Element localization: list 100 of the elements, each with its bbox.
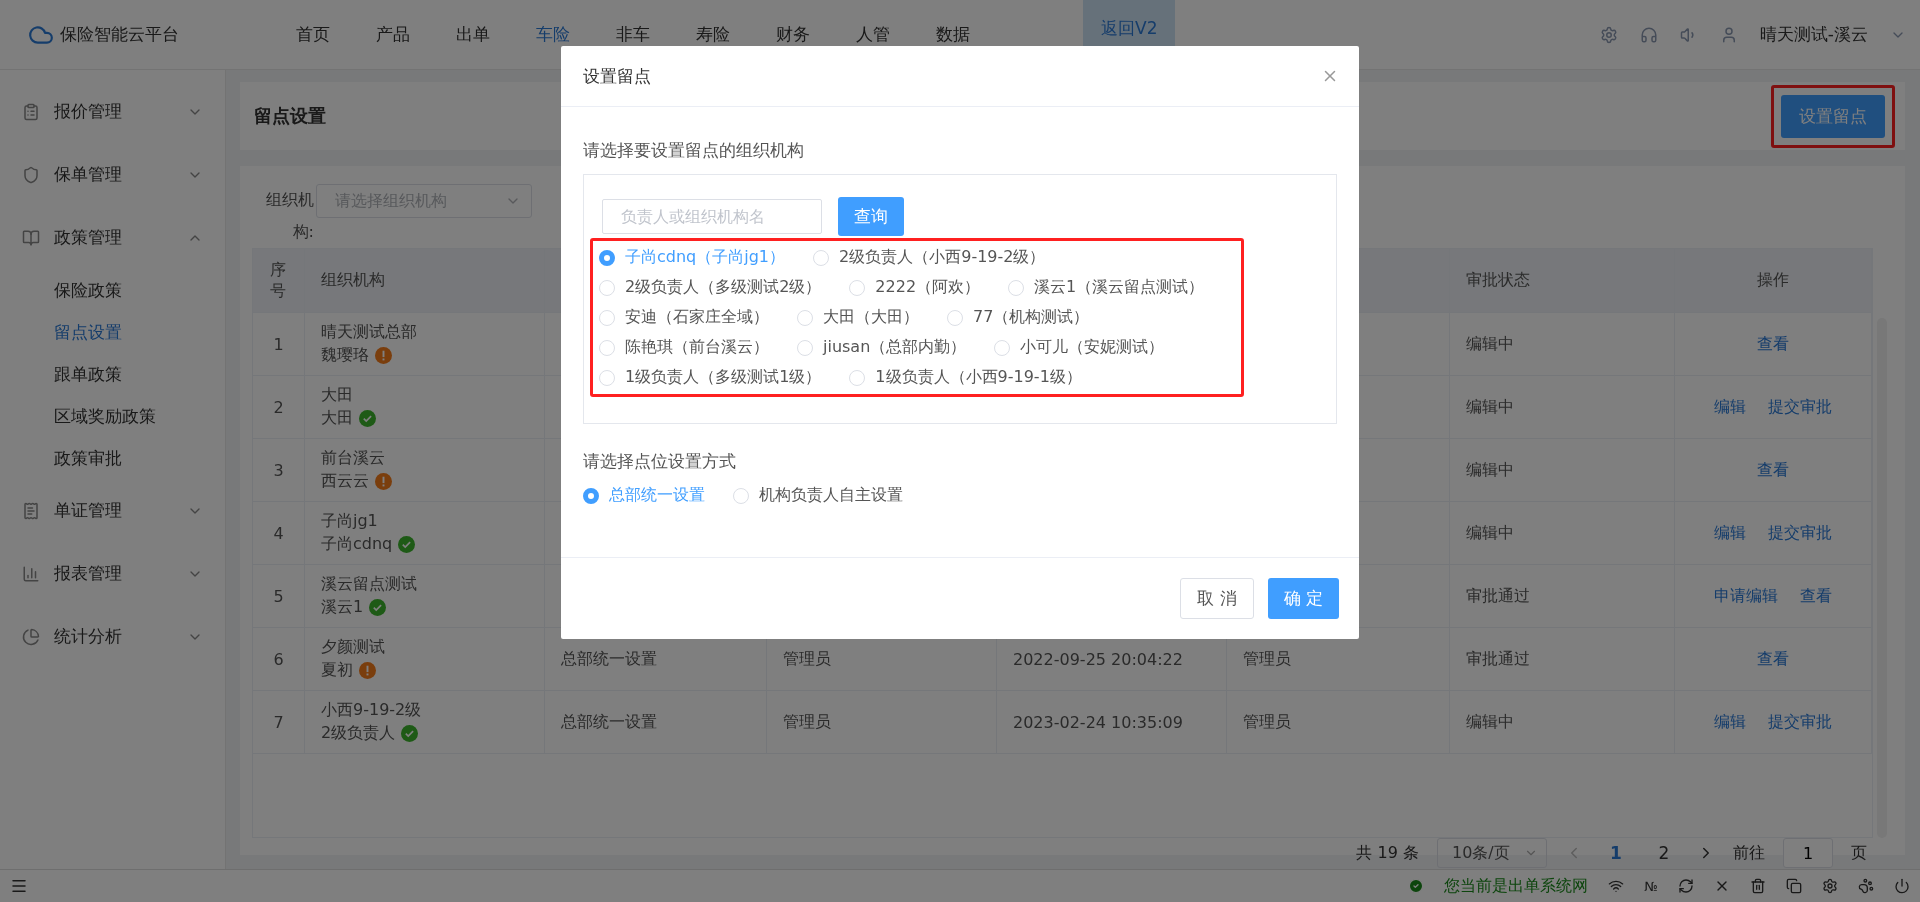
nav-tab[interactable]: 人管 xyxy=(833,23,913,46)
table-cell: 2023-02-24 10:35:09 xyxy=(997,691,1227,753)
action-link[interactable]: 提交审批 xyxy=(1768,522,1832,544)
menu-group-icon xyxy=(22,165,40,184)
radio-option[interactable]: 2级负责人（小西9-19-2级） xyxy=(813,247,1046,268)
copy-icon[interactable] xyxy=(1786,878,1802,894)
radio-dot-icon xyxy=(947,309,963,326)
action-link[interactable]: 编辑 xyxy=(1714,711,1746,733)
page-title: 留点设置 xyxy=(254,104,326,128)
sidebar-item[interactable]: 留点设置 xyxy=(0,311,225,353)
number-sign[interactable]: № xyxy=(1644,878,1658,894)
action-link[interactable]: 查看 xyxy=(1757,648,1789,670)
confirm-button[interactable]: 确 定 xyxy=(1267,578,1339,619)
table-cell: 编辑中 xyxy=(1450,376,1675,438)
org-name: 子尚jg1 xyxy=(321,511,378,532)
page-suffix: 页 xyxy=(1851,842,1867,864)
radio-option[interactable]: 2222（阿欢） xyxy=(849,277,981,298)
page-input[interactable]: 1 xyxy=(1783,838,1833,868)
action-link[interactable]: 查看 xyxy=(1800,585,1832,607)
table-cell: 编辑中 xyxy=(1450,313,1675,375)
query-button[interactable]: 查询 xyxy=(838,197,904,236)
table-cell: 6 xyxy=(253,628,305,690)
wifi-icon xyxy=(1608,878,1625,894)
sidebar-item[interactable]: 区域奖励政策 xyxy=(0,395,225,437)
table-cell: 总部统一设置 xyxy=(545,691,767,753)
page-number[interactable]: 1 xyxy=(1601,843,1631,863)
table-cell: 管理员 xyxy=(767,691,997,753)
sidebar-group[interactable]: 统计分析 xyxy=(0,605,225,668)
sidebar-group[interactable]: 报价管理 xyxy=(0,80,225,143)
user-name[interactable]: 晴天测试-溪云 xyxy=(1759,23,1868,46)
menu-group-icon xyxy=(22,228,40,247)
paw-icon[interactable] xyxy=(1858,878,1874,894)
status-message: 您当前是出单系统网 xyxy=(1444,875,1589,897)
page-size-select[interactable]: 10条/页 xyxy=(1437,838,1547,868)
menu-group-icon xyxy=(22,564,40,583)
action-link[interactable]: 编辑 xyxy=(1714,522,1746,544)
nav-tab[interactable]: 首页 xyxy=(273,23,353,46)
action-link[interactable]: 编辑 xyxy=(1714,396,1746,418)
radio-dot-icon xyxy=(797,309,813,326)
action-link[interactable]: 查看 xyxy=(1757,459,1789,481)
radio-dot-icon xyxy=(994,339,1011,356)
radio-option[interactable]: 小可儿（安妮测试） xyxy=(994,337,1165,358)
menu-icon[interactable] xyxy=(10,877,28,895)
radio-option[interactable]: 2级负责人（多级测试2级） xyxy=(599,277,822,298)
radio-dot-icon xyxy=(599,279,615,296)
sidebar-group[interactable]: 报表管理 xyxy=(0,542,225,605)
radio-option[interactable]: 陈艳琪（前台溪云） xyxy=(599,337,769,358)
radio-dot-icon xyxy=(797,339,813,356)
radio-option[interactable]: 溪云1（溪云留点测试） xyxy=(1008,277,1205,298)
radio-dot-icon xyxy=(599,249,615,266)
sidebar-item[interactable]: 保险政策 xyxy=(0,269,225,311)
nav-tab[interactable]: 非车 xyxy=(593,23,673,46)
radio-dot-icon xyxy=(1008,279,1025,296)
radio-dot-icon xyxy=(813,249,830,266)
radio-option[interactable]: 安迪（石家庄全域） xyxy=(599,307,769,328)
nav-tab[interactable]: 财务 xyxy=(753,23,833,46)
action-link[interactable]: 申请编辑 xyxy=(1714,585,1778,607)
warning-badge-icon xyxy=(359,662,376,679)
radio-option[interactable]: 1级负责人（多级测试1级） xyxy=(599,367,822,388)
person-name: 子尚cdnq xyxy=(321,534,393,555)
power-icon[interactable] xyxy=(1894,878,1910,894)
org-name: 前台溪云 xyxy=(321,448,385,469)
action-link[interactable]: 提交审批 xyxy=(1768,396,1832,418)
settings-icon[interactable] xyxy=(1822,878,1838,894)
total-count: 共 19 条 xyxy=(1356,842,1419,864)
sidebar-item[interactable]: 政策审批 xyxy=(0,437,225,479)
org-name: 夕颜测试 xyxy=(321,637,385,658)
radio-option[interactable]: 总部统一设置 xyxy=(583,485,705,506)
menu-group-icon xyxy=(22,501,40,520)
nav-tab[interactable]: 产品 xyxy=(353,23,433,46)
table-cell: 3 xyxy=(253,439,305,501)
radio-option[interactable]: 77（机构测试） xyxy=(947,307,1090,328)
search-field[interactable]: 负责人或组织机构名 xyxy=(602,199,822,234)
sidebar-group[interactable]: 政策管理 xyxy=(0,206,225,269)
person-name: 大田 xyxy=(321,408,353,429)
action-link[interactable]: 提交审批 xyxy=(1768,711,1832,733)
nav-tab[interactable]: 数据 xyxy=(913,23,993,46)
filter-label: 组织机构: xyxy=(265,189,314,243)
radio-option[interactable]: 1级负责人（小西9-19-1级） xyxy=(849,367,1082,388)
sidebar-item[interactable]: 跟单政策 xyxy=(0,353,225,395)
column-header: 序号 xyxy=(253,249,305,312)
refresh-icon[interactable] xyxy=(1678,878,1694,894)
sidebar-group[interactable]: 单证管理 xyxy=(0,479,225,542)
radio-option[interactable]: jiusan（总部内勤） xyxy=(797,337,967,358)
trash-icon[interactable] xyxy=(1750,878,1766,894)
page-number[interactable]: 2 xyxy=(1649,843,1679,863)
check-badge-icon xyxy=(401,725,419,742)
table-cell: 5 xyxy=(253,565,305,627)
sidebar-group[interactable]: 保单管理 xyxy=(0,143,225,206)
warning-badge-icon xyxy=(375,473,392,490)
action-link[interactable]: 查看 xyxy=(1757,333,1789,355)
radio-dot-icon xyxy=(599,309,615,326)
nav-tab[interactable]: 寿险 xyxy=(673,23,753,46)
radio-option[interactable]: 机构负责人自主设置 xyxy=(733,485,903,506)
radio-option[interactable]: 子尚cdnq（子尚jg1） xyxy=(599,247,786,268)
nav-tab[interactable]: 出单 xyxy=(433,23,513,46)
cancel-button[interactable]: 取 消 xyxy=(1180,578,1254,619)
radio-option[interactable]: 大田（大田） xyxy=(797,307,919,328)
person-name: 夏初 xyxy=(321,660,353,681)
nav-tab[interactable]: 车险 xyxy=(513,23,593,46)
